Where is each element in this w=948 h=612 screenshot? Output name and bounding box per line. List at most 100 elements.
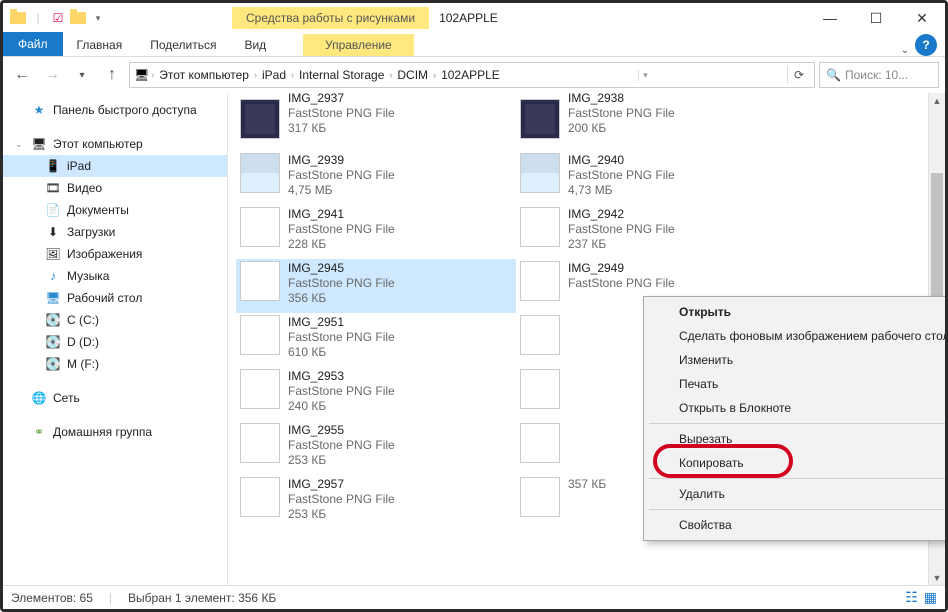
file-thumbnail [520,315,560,355]
file-type: FastStone PNG File [288,438,395,453]
nav-back-button[interactable]: ← [9,62,35,88]
file-size: 253 КБ [288,453,395,468]
chevron-right-icon[interactable]: › [389,70,392,80]
file-name: IMG_2941 [288,207,395,222]
file-item[interactable]: IMG_2953 FastStone PNG File 240 КБ [236,367,516,421]
breadcrumb[interactable]: 102APPLE [438,66,503,84]
file-type: FastStone PNG File [288,222,395,237]
file-size: 317 КБ [288,121,395,136]
file-size: 200 КБ [568,121,675,136]
file-thumbnail [520,477,560,517]
breadcrumb[interactable]: iPad [259,66,289,84]
menu-open-notepad[interactable]: Открыть в Блокноте [647,396,945,420]
file-size: 4,75 МБ [288,183,395,198]
file-name: IMG_2940 [568,153,675,168]
nav-video[interactable]: 🎞Видео [3,177,227,199]
file-item[interactable]: IMG_2951 FastStone PNG File 610 КБ [236,313,516,367]
file-item[interactable]: IMG_2957 FastStone PNG File 253 КБ [236,475,516,529]
menu-separator [649,509,945,510]
menu-separator [649,423,945,424]
help-icon[interactable]: ? [915,34,937,56]
tab-share[interactable]: Поделиться [136,34,230,56]
nav-drive-m[interactable]: 💽M (F:) [3,353,227,375]
file-item[interactable]: IMG_2940 FastStone PNG File 4,73 МБ [516,151,796,205]
file-size: 253 КБ [288,507,395,522]
file-item[interactable]: IMG_2945 FastStone PNG File 356 КБ [236,259,516,313]
file-thumbnail [240,369,280,409]
file-thumbnail [240,315,280,355]
nav-pictures[interactable]: 🖼Изображения [3,243,227,265]
nav-homegroup[interactable]: ⚭Домашняя группа [3,421,227,443]
chevron-right-icon[interactable]: › [151,70,154,80]
file-name: IMG_2938 [568,93,675,106]
file-thumbnail [520,369,560,409]
file-type: FastStone PNG File [288,106,395,121]
file-type: FastStone PNG File [568,222,675,237]
nav-ipad[interactable]: 📱iPad [3,155,227,177]
file-item[interactable]: IMG_2955 FastStone PNG File 253 КБ [236,421,516,475]
minimize-button[interactable]: — [807,3,853,33]
scroll-up-icon[interactable]: ▲ [929,93,945,110]
menu-print[interactable]: Печать [647,372,945,396]
chevron-right-icon[interactable]: › [254,70,257,80]
address-bar[interactable]: 🖥 › Этот компьютер › iPad › Internal Sto… [129,62,815,88]
menu-cut[interactable]: Вырезать [647,427,945,451]
qat-dropdown-icon[interactable]: ▾ [89,9,107,27]
chevron-right-icon[interactable]: › [433,70,436,80]
file-item[interactable]: IMG_2937 FastStone PNG File 317 КБ [236,97,516,151]
view-thumbnails-icon[interactable]: ▦ [924,589,937,606]
menu-copy[interactable]: Копировать [647,451,945,475]
nav-documents[interactable]: 📄Документы [3,199,227,221]
file-type: FastStone PNG File [288,330,395,345]
nav-desktop[interactable]: 🖥Рабочий стол [3,287,227,309]
nav-forward-button[interactable]: → [39,62,65,88]
properties-icon[interactable]: ☑ [49,9,67,27]
nav-network[interactable]: 🌐Сеть [3,387,227,409]
ribbon-expand-icon[interactable]: ⌄ [895,45,915,56]
folder-icon-2[interactable] [69,9,87,27]
file-item[interactable]: IMG_2938 FastStone PNG File 200 КБ [516,97,796,151]
addr-dropdown-icon[interactable]: ▾ [638,70,652,81]
file-item[interactable]: IMG_2942 FastStone PNG File 237 КБ [516,205,796,259]
file-name: IMG_2957 [288,477,395,492]
breadcrumb[interactable]: Internal Storage [296,66,387,84]
file-size: 357 КБ [568,477,606,492]
menu-delete[interactable]: Удалить [647,482,945,506]
nav-drive-d[interactable]: 💽D (D:) [3,331,227,353]
file-item[interactable]: IMG_2939 FastStone PNG File 4,75 МБ [236,151,516,205]
menu-properties[interactable]: Свойства [647,513,945,537]
nav-up-button[interactable]: ↑ [99,62,125,88]
search-input[interactable]: 🔍 Поиск: 10... [819,62,939,88]
status-bar: Элементов: 65 | Выбран 1 элемент: 356 КБ… [3,585,945,609]
tab-view[interactable]: Вид [230,34,280,56]
file-thumbnail [240,99,280,139]
file-thumbnail [520,261,560,301]
close-button[interactable]: ✕ [899,3,945,33]
tab-home[interactable]: Главная [63,34,137,56]
nav-quick-access[interactable]: ★Панель быстрого доступа [3,99,227,121]
nav-downloads[interactable]: ⬇Загрузки [3,221,227,243]
menu-set-wallpaper[interactable]: Сделать фоновым изображением рабочего ст… [647,324,945,348]
breadcrumb[interactable]: DCIM [394,66,431,84]
nav-music[interactable]: ♪Музыка [3,265,227,287]
quick-access-toolbar: | ☑ ▾ [9,9,107,27]
breadcrumb[interactable]: Этот компьютер [156,66,252,84]
refresh-icon[interactable]: ⟳ [787,66,810,84]
maximize-button[interactable]: ☐ [853,3,899,33]
file-size: 610 КБ [288,345,395,360]
title-bar: | ☑ ▾ Средства работы с рисунками 102APP… [3,3,945,33]
file-thumbnail [520,99,560,139]
view-details-icon[interactable]: ☷ [905,589,918,606]
menu-open[interactable]: Открыть [647,300,945,324]
nav-drive-c[interactable]: 💽C (C:) [3,309,227,331]
file-size: 228 КБ [288,237,395,252]
file-item[interactable]: IMG_2941 FastStone PNG File 228 КБ [236,205,516,259]
status-count: Элементов: 65 [11,591,93,605]
menu-edit[interactable]: Изменить [647,348,945,372]
tab-picture-tools[interactable]: Управление [303,34,414,56]
nav-recent-dropdown[interactable]: ▾ [69,62,95,88]
file-list: IMG_2937 FastStone PNG File 317 КБ IMG_2… [228,93,945,587]
chevron-right-icon[interactable]: › [291,70,294,80]
nav-this-pc[interactable]: ⌄🖥Этот компьютер [3,133,227,155]
file-tab[interactable]: Файл [3,32,63,56]
